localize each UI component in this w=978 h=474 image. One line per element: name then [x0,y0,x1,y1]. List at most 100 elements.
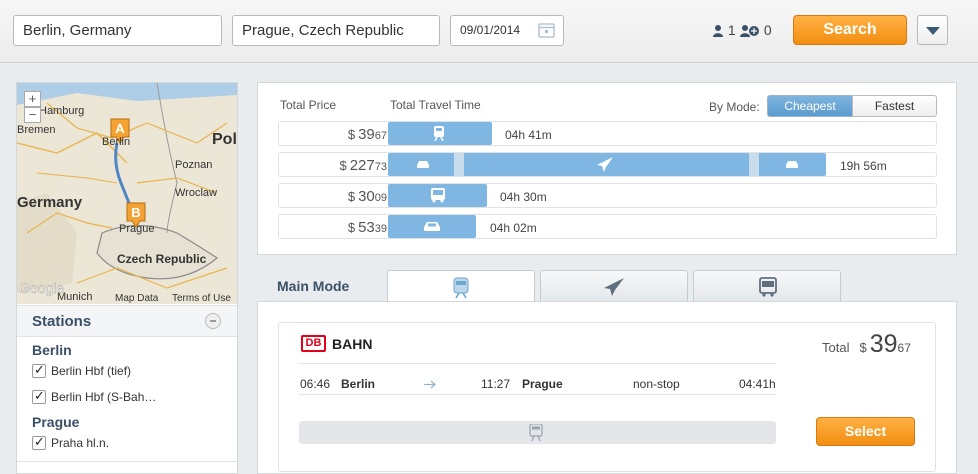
map-label: Prague [119,223,154,235]
station-label: Berlin Hbf (S-Bah… [51,390,157,404]
map-label: Poznan [175,159,212,171]
marker-a: A [115,121,125,136]
station-item[interactable]: Praha hl.n. [32,434,110,450]
route-duration: 04h 02m [490,221,537,235]
duration-bar [388,184,487,207]
station-label: Berlin Hbf (tief) [51,364,132,378]
fastest-toggle[interactable]: Fastest [852,95,937,117]
children-selector[interactable]: 0 [740,22,772,38]
bus-icon [431,188,445,203]
search-button[interactable]: Search [793,15,907,45]
operator-name: BAHN [332,336,373,352]
zoom-in-button[interactable]: + [24,91,41,107]
tab-flight[interactable] [540,270,688,302]
station-city: Prague [32,414,80,430]
stations-header: Stations [17,305,237,337]
duration-bar [388,215,476,238]
arrow-right-icon [424,380,436,389]
from-input[interactable]: Berlin, Germany [13,15,222,46]
route-option-row[interactable]: $5339 04h 02m [278,214,937,239]
child-luggage-icon [740,25,759,37]
car-icon [424,222,440,231]
children-count: 0 [763,22,772,38]
route-price: $3967 [347,126,387,143]
route-duration: 04h 41m [505,128,552,142]
transfer-gap [749,153,759,176]
summary-panel: Total Price Total Travel Time By Mode: C… [257,82,957,255]
main-mode-label: Main Mode [277,278,350,294]
divider [299,394,776,395]
route-duration: 04h 30m [500,190,547,204]
result-card: DB BAHN Total $3967 06:46 Berlin 11:27 Pr… [278,322,936,472]
sidebar-divider [17,461,237,474]
options-dropdown-button[interactable] [917,15,948,45]
route-price: $22773 [339,157,387,174]
select-button[interactable]: Select [816,417,915,446]
route-duration: 19h 56m [840,159,887,173]
map-label: Bremen [17,124,56,136]
collapse-icon[interactable] [205,313,221,329]
trip-duration: 04:41h [739,377,776,391]
arrive-time: 11:27 [481,377,511,391]
route-map[interactable]: A B Hamburg Bremen Berlin Pol Poznan Ger… [17,83,237,304]
depart-time: 06:46 [300,377,331,391]
car-icon [417,161,429,168]
map-label: Berlin [102,136,130,148]
station-item[interactable]: Berlin Hbf (tief) [32,362,132,378]
tab-train[interactable] [387,270,535,303]
map-data-label: Map Data [115,293,159,304]
results-panel: DB BAHN Total $3967 06:46 Berlin 11:27 Pr… [257,301,957,474]
train-icon [529,424,543,441]
by-mode-label: By Mode: [709,100,760,114]
transfer-gap [454,153,464,176]
car-icon [786,161,798,168]
date-input[interactable]: 09/01/2014 [450,15,564,46]
zoom-out-button[interactable]: − [24,107,41,123]
marker-b: B [131,205,140,220]
to-input[interactable]: Prague, Czech Republic [232,15,440,46]
station-city: Berlin [32,342,72,358]
route-option-row[interactable]: $22773 19h 56m [278,152,937,177]
station-checkbox[interactable] [32,434,46,450]
station-checkbox[interactable] [32,362,46,378]
route-price: $3009 [347,188,387,205]
adults-selector[interactable]: 1 [712,22,736,38]
travel-time-header: Total Travel Time [390,98,481,112]
person-icon [713,25,723,37]
adults-count: 1 [727,22,736,38]
route-price: $5339 [347,219,387,236]
cheapest-toggle[interactable]: Cheapest [767,95,853,117]
arrive-city: Prague [522,377,563,391]
terms-of-use-link: Terms of Use [172,293,231,304]
calendar-icon[interactable] [538,22,555,38]
total-price: Total $3967 [822,330,911,358]
station-label: Praha hl.n. [51,436,110,450]
left-sidebar: A B Hamburg Bremen Berlin Pol Poznan Ger… [16,82,238,474]
map-canvas: A B Hamburg Bremen Berlin Pol Poznan Ger… [17,83,237,304]
route-option-row[interactable]: $3009 04h 30m [278,183,937,208]
train-icon [434,126,444,141]
map-label: Wroclaw [175,187,217,199]
station-checkbox[interactable] [32,388,46,404]
stops-label: non-stop [633,377,680,391]
map-label: Germany [17,194,83,211]
google-logo: Google [19,280,64,296]
total-label: Total [822,340,850,355]
journey-timeline-bar [299,421,776,444]
route-option-row[interactable]: $3967 04h 41m [278,121,937,146]
depart-city: Berlin [341,377,376,391]
station-item[interactable]: Berlin Hbf (S-Bah… [32,388,157,404]
map-label: Czech Republic [117,252,207,266]
date-value: 09/01/2014 [460,23,521,37]
train-icon [453,277,469,299]
db-logo: DB [301,335,326,352]
duration-bar [388,122,492,145]
bus-icon [759,277,777,297]
stations-title: Stations [32,313,92,330]
map-label: Pol [212,131,237,148]
search-header: Berlin, Germany Prague, Czech Republic 0… [0,0,978,63]
tab-bus[interactable] [693,270,841,302]
chevron-down-icon [926,27,940,35]
plane-icon [604,278,624,296]
total-price-header: Total Price [280,98,337,112]
